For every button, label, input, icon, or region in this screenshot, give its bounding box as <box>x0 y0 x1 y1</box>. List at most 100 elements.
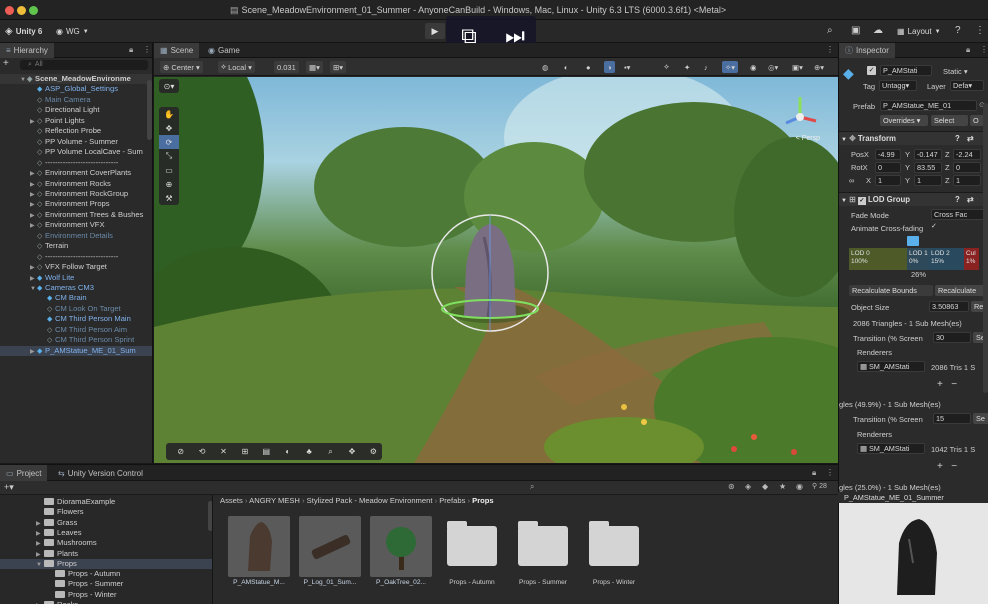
recalculate-bounds-button[interactable]: Recalculate Bounds <box>849 285 933 296</box>
hierarchy-item[interactable]: ▶ ◇ Point Lights <box>0 116 152 126</box>
expand-arrow-icon[interactable]: ▶ <box>30 211 37 220</box>
hierarchy-item[interactable]: ◆ CM Third Person Main <box>0 314 152 324</box>
terrain-rotate-icon[interactable]: ⟲ <box>193 447 210 456</box>
tab-hierarchy[interactable]: ≡ Hierarchy <box>0 43 54 58</box>
folder-tree-item[interactable]: Props - Autumn <box>0 569 212 579</box>
folder-tree-item[interactable]: Props - Winter <box>0 590 212 600</box>
tab-game[interactable]: ◉ Game <box>202 43 246 58</box>
help-icon[interactable]: ? <box>955 132 960 146</box>
transform-tool-icon[interactable]: ⊕ <box>159 177 179 191</box>
hierarchy-item[interactable]: ▼◆ Cameras CM3 <box>0 283 152 293</box>
folder-tree-item[interactable]: ▶ Mushrooms <box>0 538 212 548</box>
overlay-toggle[interactable]: ◑ <box>604 61 615 73</box>
terrain-settings-icon[interactable]: ⚙ <box>365 447 382 456</box>
hierarchy-item[interactable]: ▶ ◇ Environment CoverPlants <box>0 168 152 178</box>
animate-crossfade-checkbox[interactable]: ✓ <box>931 223 939 231</box>
hierarchy-item[interactable]: ◆ CM Brain <box>0 293 152 303</box>
asset-tile[interactable]: P_Log_01_Sum... <box>299 516 361 596</box>
terrain-shade-icon[interactable]: ◐ <box>279 447 296 456</box>
hierarchy-item[interactable]: ◇ PP Volume - Summer <box>0 137 152 147</box>
hierarchy-search-input[interactable]: ⌕ All <box>20 60 148 70</box>
visibility-toggle[interactable]: ◉ <box>750 61 757 73</box>
lod-1-segment[interactable]: LOD 1 0% <box>907 248 929 270</box>
breadcrumb-item[interactable]: Assets <box>220 496 243 505</box>
grid-toggle[interactable]: ▦▾ <box>306 61 323 73</box>
expand-arrow-icon[interactable]: ▶ <box>30 180 37 189</box>
more-menu-icon[interactable]: ⋮ <box>826 468 834 477</box>
hierarchy-item[interactable]: ◇ CM Third Person Sprint <box>0 335 152 345</box>
scale-tool-icon[interactable]: ⤡ <box>159 149 179 163</box>
pos-y-input[interactable]: -0.147 <box>914 149 942 160</box>
hierarchy-item[interactable]: ▶ ◇ Environment RockGroup <box>0 189 152 199</box>
rotate-tool-icon[interactable]: ⟳ <box>159 135 179 149</box>
terrain-paint-icon[interactable]: ⊘ <box>172 447 189 456</box>
scale-y-input[interactable]: 1 <box>914 175 942 186</box>
minimize-window-button[interactable] <box>17 6 26 15</box>
terrain-trees-icon[interactable]: ♣ <box>300 447 317 456</box>
asset-tile[interactable]: Props - Summer <box>512 516 574 596</box>
expand-arrow-icon[interactable]: ▶ <box>30 117 37 126</box>
lod-culled-segment[interactable]: Cul 1% <box>964 248 979 270</box>
hierarchy-item[interactable]: ▶ ◇ VFX Follow Target <box>0 262 152 272</box>
fade-mode-dropdown[interactable]: Cross Fac <box>931 209 987 220</box>
hierarchy-item[interactable]: ▶ ◇ Environment Props <box>0 199 152 209</box>
object-name-input[interactable]: P_AMStati <box>880 65 932 76</box>
collab-icon[interactable]: ▣ <box>851 25 860 36</box>
rot-y-input[interactable]: 83.55 <box>914 162 942 173</box>
lod-group-header[interactable]: ▼ ⊞ ✓ LOD Group ? ⇄ ⋮ <box>839 192 988 206</box>
view-options-icon[interactable]: ⊙▾ <box>159 79 179 93</box>
lod-enabled-checkbox[interactable]: ✓ <box>857 197 866 205</box>
folder-tree-item[interactable]: ▼ Props <box>0 558 212 570</box>
pos-z-input[interactable]: -2.24 <box>953 149 981 160</box>
more-menu-icon[interactable]: ⋮ <box>975 25 985 36</box>
lock-icon[interactable]: 🔒︎ <box>966 45 970 55</box>
hierarchy-item[interactable]: ▼◈ Scene_MeadowEnvironme <box>0 74 152 85</box>
audio-toggle[interactable]: ♪ <box>704 61 708 73</box>
pivot-dropdown[interactable]: ⊕ Center ▾ <box>160 61 203 73</box>
expand-arrow-icon[interactable]: ▶ <box>30 200 37 209</box>
camera-lod-marker-icon[interactable] <box>907 236 919 246</box>
hierarchy-item[interactable]: ◇ Reflection Probe <box>0 126 152 136</box>
hierarchy-item[interactable]: ◇ CM Third Person Aim <box>0 325 152 335</box>
asset-tile[interactable]: Props - Winter <box>583 516 645 596</box>
filter-type-icon[interactable]: ⊛ <box>728 482 735 491</box>
hierarchy-item[interactable]: ◇ Directional Light <box>0 105 152 115</box>
hierarchy-item[interactable]: ▶ ◇ Environment Rocks <box>0 179 152 189</box>
more-menu-icon[interactable]: ⋮ <box>980 45 988 54</box>
inspector-scrollbar[interactable] <box>983 103 988 393</box>
scale-z-input[interactable]: 1 <box>953 175 981 186</box>
add-icon[interactable]: + <box>3 58 9 69</box>
active-checkbox[interactable]: ✓ <box>867 66 876 75</box>
select-button[interactable]: Select <box>931 115 968 126</box>
add-icon[interactable]: + <box>937 461 943 472</box>
help-icon[interactable]: ? <box>955 25 961 36</box>
breadcrumb-item[interactable]: Props <box>472 496 494 505</box>
folder-tree-item[interactable]: ▶ Leaves <box>0 528 212 538</box>
terrain-brush-icon[interactable]: ⊞ <box>236 447 253 456</box>
expand-arrow-icon[interactable]: ▼ <box>30 284 37 293</box>
rect-tool-icon[interactable]: ▭ <box>159 163 179 177</box>
tab-version-control[interactable]: ⇆ Unity Version Control <box>52 465 149 481</box>
filter-label-icon[interactable]: ◈ <box>745 482 751 491</box>
tab-project[interactable]: ▭ Project <box>0 465 48 481</box>
renderer-field[interactable]: ▦ SM_AMStati <box>857 361 925 372</box>
lod-bar[interactable]: LOD 0 100% LOD 1 0% LOD 2 15% Cul 1% <box>849 248 979 270</box>
shaded-toggle[interactable]: ◐ <box>564 61 569 73</box>
star-icon[interactable]: ★ <box>779 482 786 491</box>
transition-input[interactable]: 30 <box>933 332 971 343</box>
object-size-input[interactable]: 3.50863 <box>929 301 969 312</box>
hierarchy-item[interactable]: ◇ Main Camera <box>0 95 152 105</box>
lod-2-segment[interactable]: LOD 2 15% <box>929 248 964 270</box>
expand-arrow-icon[interactable]: ▶ <box>30 274 37 283</box>
cloud-icon[interactable]: ☁ <box>873 25 883 36</box>
play-button[interactable]: ▶ <box>425 23 445 39</box>
unity-menu-button[interactable]: ◈ Unity 6 <box>5 24 42 39</box>
asset-tile[interactable]: Props - Autumn <box>441 516 503 596</box>
folder-tree-item[interactable]: Flowers <box>0 507 212 517</box>
persp-label[interactable]: < Persp <box>796 135 820 142</box>
grid-snap-input[interactable]: 0.031 <box>274 61 299 73</box>
lighting-toggle[interactable]: ✦ <box>684 61 690 73</box>
hierarchy-item[interactable]: ◇ PP Volume LocalCave - Sum <box>0 147 152 157</box>
hierarchy-item[interactable]: ◇ CM Look On Target <box>0 304 152 314</box>
transition-set-button-2[interactable]: Se <box>973 413 988 424</box>
